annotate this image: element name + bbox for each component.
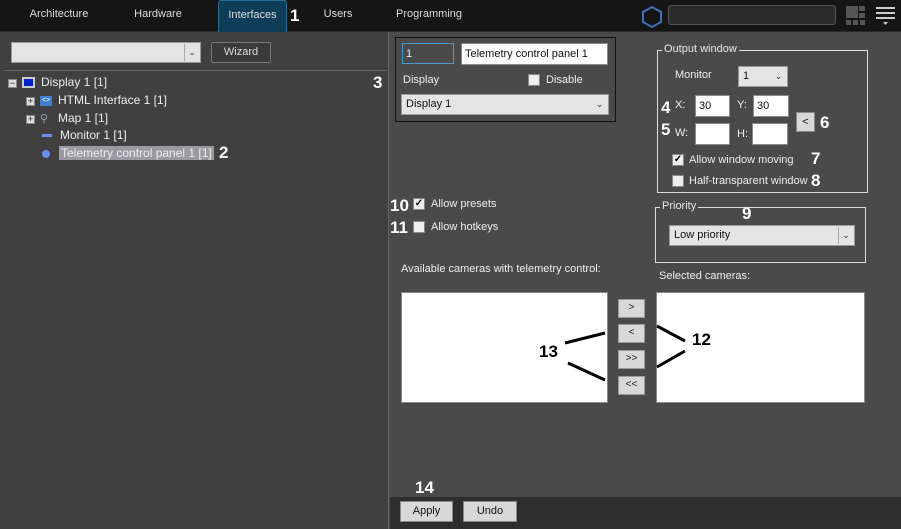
x-label: X: [675,99,686,111]
callout-lines [564,324,686,382]
allow-presets-label: Allow presets [431,198,497,210]
callout-3: 3 [373,73,383,92]
telemetry-icon [42,149,50,158]
tree-item-label: Map 1 [1] [58,111,109,125]
tree-item-monitor[interactable]: Monitor 1 [1] [42,127,127,144]
search-input[interactable] [668,5,836,25]
expand-icon[interactable]: + [26,97,35,106]
callout-12: 12 [692,330,711,349]
monitor-list-icon [42,134,52,138]
chevron-down-icon: ⌄ [838,227,853,244]
monitor-icon [22,77,35,89]
tab-programming[interactable]: Programming [390,0,468,32]
add-camera-button[interactable]: > [618,299,645,318]
priority-title: Priority [660,200,699,212]
w-label: W: [675,127,689,139]
allow-window-moving-label: Allow window moving [689,154,794,166]
display-dropdown[interactable]: Display 1 ⌄ [401,94,609,115]
monitor-dropdown[interactable]: 1 ⌄ [738,66,788,87]
layout-grid-icon[interactable] [846,6,866,26]
h-label: H: [737,128,748,140]
menu-icon[interactable] [876,6,896,28]
object-tree: − Display 1 [1] + <> HTML Interface 1 [1]… [4,70,387,497]
chevron-down-icon: ⌄ [774,71,783,81]
wizard-button[interactable]: Wizard [211,42,271,63]
callout-7: 7 [811,149,821,168]
callout-13: 13 [539,342,558,361]
y-label: Y: [737,99,747,111]
get-position-button[interactable]: < [796,112,815,132]
half-transparent-label: Half-transparent window [689,175,808,187]
disable-checkbox[interactable] [528,74,540,86]
priority-dropdown[interactable]: Low priority ⌄ [669,225,855,246]
x-input[interactable] [695,95,730,117]
tree-item-label: Monitor 1 [1] [60,128,127,142]
undo-button[interactable]: Undo [463,501,517,522]
available-cameras-label: Available cameras with telemetry control… [401,263,601,275]
callout-11: 11 [390,218,408,237]
tree-item-label: HTML Interface 1 [1] [58,93,167,107]
callout-1: 1 [290,6,300,25]
monitor-value: 1 [743,70,750,82]
chevron-down-icon: ⌄ [184,44,199,61]
selected-cameras-label: Selected cameras: [659,270,751,282]
callout-14: 14 [415,478,434,497]
tree-item-label: Display 1 [1] [41,75,108,89]
top-navigation-bar: Architecture Hardware Interfaces Users P… [0,0,901,32]
allow-window-moving-checkbox[interactable]: ✓ [672,154,684,166]
callout-2: 2 [219,143,229,162]
tree-item-map[interactable]: ⚲ Map 1 [1] [40,110,108,127]
html-icon: <> [40,95,52,106]
collapse-icon[interactable]: − [8,79,17,88]
tab-users[interactable]: Users [314,0,362,32]
apply-button[interactable]: Apply [400,501,453,522]
monitor-label: Monitor [675,69,712,81]
tab-interfaces[interactable]: Interfaces [218,0,287,32]
allow-hotkeys-label: Allow hotkeys [431,221,499,233]
display-value: Display 1 [406,98,452,110]
callout-10: 10 [390,196,409,215]
filter-dropdown[interactable]: ⌄ [11,42,201,63]
tree-item-label: Telemetry control panel 1 [1] [59,146,214,160]
map-icon: ⚲ [40,113,49,125]
chevron-down-icon: ⌄ [595,99,604,109]
tree-item-html-interface[interactable]: <> HTML Interface 1 [1] [40,92,167,109]
callout-9: 9 [742,204,752,223]
callout-4: 4 [661,98,671,117]
callout-5: 5 [661,120,671,139]
callout-8: 8 [811,171,821,190]
tree-item-display[interactable]: Display 1 [1] [22,74,107,91]
callout-6: 6 [820,113,830,132]
hexagon-logo-icon[interactable] [640,5,664,29]
object-id-input[interactable] [402,43,454,64]
display-label: Display [403,74,440,86]
disable-label: Disable [546,74,583,86]
tab-hardware[interactable]: Hardware [118,0,198,32]
half-transparent-checkbox[interactable] [672,175,684,187]
allow-hotkeys-checkbox[interactable] [413,221,425,233]
h-input[interactable] [752,123,788,145]
object-name-input[interactable] [461,43,608,65]
expand-icon[interactable]: + [26,115,35,124]
tab-architecture[interactable]: Architecture [18,0,100,32]
tree-item-telemetry[interactable]: Telemetry control panel 1 [1] [42,145,214,162]
w-input[interactable] [695,123,730,145]
output-window-title: Output window [662,43,739,55]
priority-value: Low priority [674,229,731,241]
y-input[interactable] [753,95,789,117]
allow-presets-checkbox[interactable]: ✓ [413,198,425,210]
